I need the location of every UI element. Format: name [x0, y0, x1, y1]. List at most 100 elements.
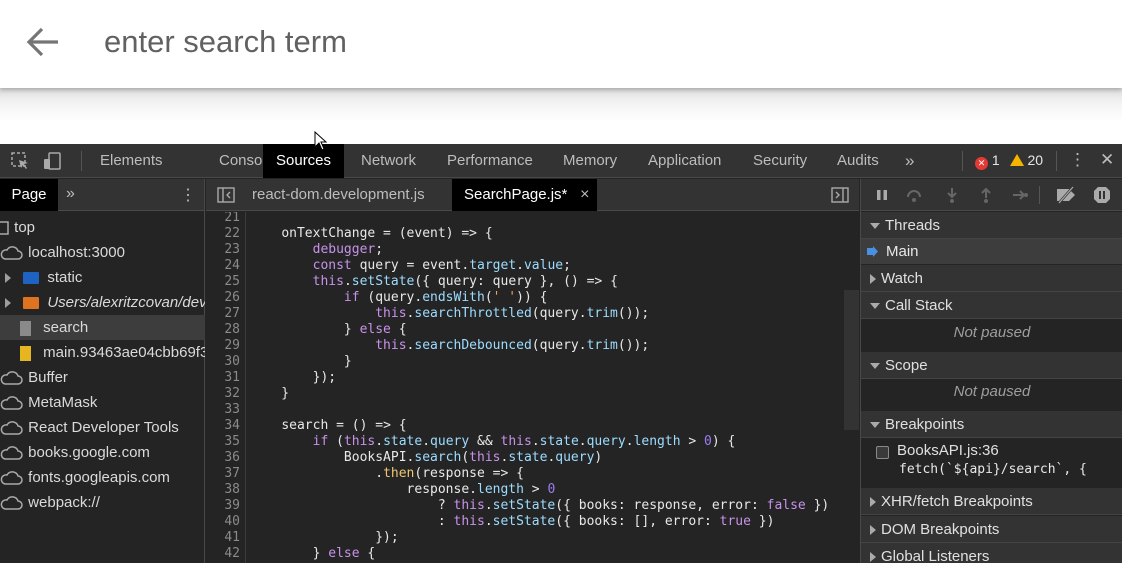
- step-icon[interactable]: [1011, 186, 1029, 204]
- section-title: Threads: [885, 217, 941, 234]
- code-line: if (this.state.query && this.state.query…: [312, 434, 736, 449]
- code-line: debugger;: [312, 242, 384, 257]
- back-arrow-icon[interactable]: [22, 22, 62, 62]
- collapse-icon: [870, 223, 880, 230]
- tab-security[interactable]: Security: [740, 144, 820, 178]
- line-number[interactable]: 28: [206, 322, 240, 338]
- editor-tab-searchpage[interactable]: SearchPage.js* ×: [452, 179, 598, 211]
- section-title: Scope: [885, 357, 928, 374]
- tab-performance[interactable]: Performance: [434, 144, 546, 178]
- tab-network[interactable]: Network: [348, 144, 429, 178]
- section-dom-breakpoints[interactable]: DOM Breakpoints: [861, 516, 1122, 543]
- editor-scrollbar[interactable]: [844, 290, 859, 430]
- step-out-icon[interactable]: [977, 186, 995, 204]
- tab-elements[interactable]: Elements: [87, 144, 176, 178]
- tree-item-search[interactable]: search: [0, 315, 205, 340]
- tab-application[interactable]: Application: [635, 144, 734, 178]
- navigator-pane: Page » ⋮ top localhost:3000 static Users…: [0, 179, 205, 563]
- tree-item-react-devtools[interactable]: React Developer Tools: [0, 415, 205, 440]
- expand-icon: [5, 273, 11, 284]
- tree-item-main-js[interactable]: main.93463ae04cbb69f3: [0, 340, 205, 365]
- line-number[interactable]: 37: [206, 466, 240, 482]
- close-tab-icon[interactable]: ×: [580, 179, 589, 211]
- section-global-listeners[interactable]: Global Listeners: [861, 543, 1122, 563]
- deactivate-breakpoints-icon[interactable]: [1055, 186, 1077, 204]
- code-line: this.searchThrottled(query.trim());: [375, 306, 650, 321]
- tree-item-label: main.93463ae04cbb69f3: [43, 344, 205, 361]
- line-number[interactable]: 23: [206, 242, 240, 258]
- tab-audits[interactable]: Audits: [824, 144, 892, 178]
- breakpoint-checkbox[interactable]: [876, 446, 889, 459]
- tree-item-users-folder[interactable]: Users/alexritzcovan/dev/: [0, 290, 205, 315]
- editor-tab-react-dom[interactable]: react-dom.development.js: [240, 179, 437, 211]
- navigator-menu-button[interactable]: ⋮: [180, 185, 196, 205]
- line-number[interactable]: 30: [206, 354, 240, 370]
- code-line: } else {: [250, 546, 376, 561]
- line-number[interactable]: 32: [206, 386, 240, 402]
- section-title: XHR/fetch Breakpoints: [881, 493, 1033, 510]
- devtools-toolbar: Elements Console Sources Network Perform…: [0, 144, 1122, 178]
- toggle-navigator-icon[interactable]: [217, 187, 235, 203]
- issues-counter[interactable]: ✕ 1 20: [975, 152, 1043, 170]
- section-call-stack[interactable]: Call Stack: [861, 292, 1122, 319]
- tree-item-top[interactable]: top: [0, 215, 205, 240]
- tree-item-fonts-googleapis[interactable]: fonts.googleapis.com: [0, 465, 205, 490]
- line-number[interactable]: 35: [206, 434, 240, 450]
- cloud-icon: [0, 446, 23, 460]
- line-number[interactable]: 21: [206, 212, 240, 226]
- toolbar-divider: [1056, 151, 1057, 171]
- line-number[interactable]: 38: [206, 482, 240, 498]
- thread-main[interactable]: Main: [861, 239, 1122, 264]
- line-gutter[interactable]: 21 22 23 24 25 26 27 28 29 30 31 32 33 34 35 36 37 38 39 40…: [206, 212, 246, 563]
- pause-on-exceptions-icon[interactable]: [1093, 186, 1111, 204]
- tree-item-localhost[interactable]: localhost:3000: [0, 240, 205, 265]
- toggle-debugger-icon[interactable]: [831, 187, 849, 203]
- inspect-element-icon[interactable]: [10, 151, 30, 171]
- toolbar-divider: [962, 151, 963, 171]
- line-number[interactable]: 40: [206, 514, 240, 530]
- line-number[interactable]: 24: [206, 258, 240, 274]
- editor-tab-label: SearchPage.js*: [464, 186, 568, 203]
- line-number[interactable]: 42: [206, 546, 240, 562]
- tree-item-webpack[interactable]: webpack://: [0, 490, 205, 515]
- device-toolbar-icon[interactable]: [42, 151, 62, 171]
- code-line: BooksAPI.search(this.state.query): [343, 450, 603, 465]
- step-over-icon[interactable]: [905, 186, 923, 204]
- breakpoint-location[interactable]: BooksAPI.js:36: [897, 442, 999, 459]
- tab-page[interactable]: Page: [0, 179, 58, 211]
- line-number[interactable]: 39: [206, 498, 240, 514]
- devtools-menu-button[interactable]: ⋮: [1069, 150, 1086, 170]
- line-number[interactable]: 31: [206, 370, 240, 386]
- line-number[interactable]: 22: [206, 226, 240, 242]
- search-input[interactable]: [104, 20, 1004, 64]
- section-xhr-breakpoints[interactable]: XHR/fetch Breakpoints: [861, 488, 1122, 515]
- debugger-pane: Threads Main Watch Call Stack Not paused…: [860, 179, 1122, 563]
- tree-item-static[interactable]: static: [0, 265, 205, 290]
- pause-icon[interactable]: [873, 186, 891, 204]
- line-number[interactable]: 29: [206, 338, 240, 354]
- section-scope[interactable]: Scope: [861, 352, 1122, 379]
- tree-item-label: books.google.com: [28, 444, 150, 461]
- section-threads[interactable]: Threads: [861, 212, 1122, 239]
- close-devtools-button[interactable]: ✕: [1100, 150, 1114, 170]
- line-number[interactable]: 36: [206, 450, 240, 466]
- section-breakpoints[interactable]: Breakpoints: [861, 411, 1122, 438]
- source-editor: react-dom.development.js SearchPage.js* …: [206, 179, 859, 563]
- section-watch[interactable]: Watch: [861, 265, 1122, 292]
- step-into-icon[interactable]: [943, 186, 961, 204]
- line-number[interactable]: 34: [206, 418, 240, 434]
- cloud-icon: [0, 421, 23, 435]
- line-number[interactable]: 26: [206, 290, 240, 306]
- tab-sources[interactable]: Sources: [263, 144, 345, 178]
- line-number[interactable]: 33: [206, 402, 240, 418]
- tree-item-metamask[interactable]: MetaMask: [0, 390, 205, 415]
- line-number[interactable]: 27: [206, 306, 240, 322]
- more-tabs-button[interactable]: »: [892, 144, 927, 178]
- tab-memory[interactable]: Memory: [550, 144, 630, 178]
- code-area[interactable]: 21 22 23 24 25 26 27 28 29 30 31 32 33 34 35 36 37 38 39 40…: [206, 212, 859, 563]
- tree-item-buffer[interactable]: Buffer: [0, 365, 205, 390]
- navigator-more-button[interactable]: »: [66, 185, 75, 203]
- line-number[interactable]: 25: [206, 274, 240, 290]
- tree-item-books-google[interactable]: books.google.com: [0, 440, 205, 465]
- line-number[interactable]: 41: [206, 530, 240, 546]
